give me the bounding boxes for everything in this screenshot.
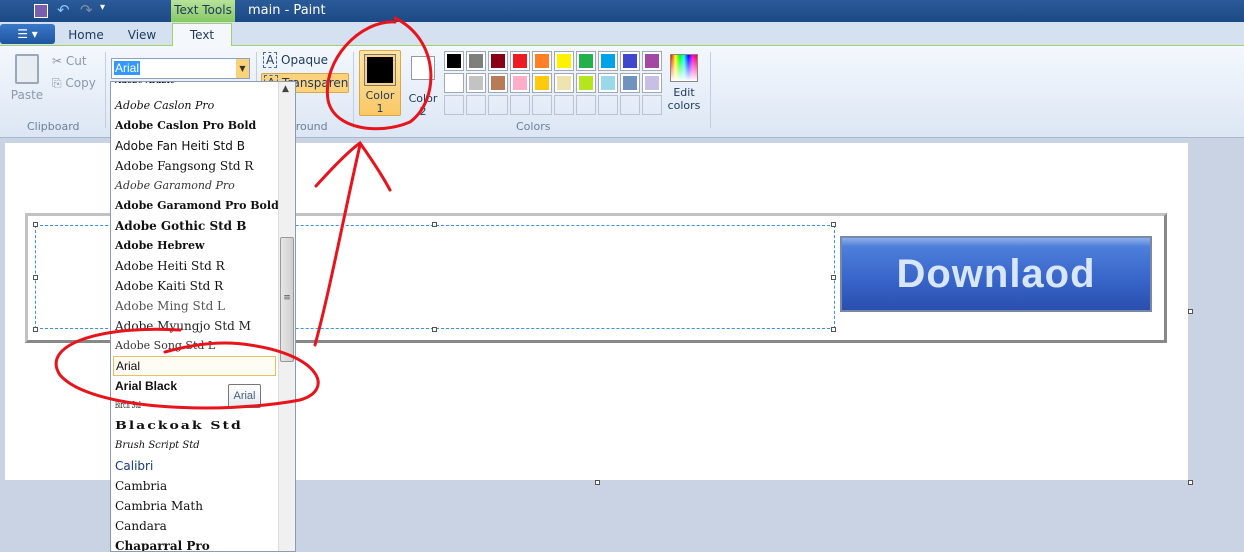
annotation-circle-colors bbox=[325, 16, 433, 131]
annotation-overlay bbox=[54, 16, 433, 410]
annotation-circle-arial bbox=[54, 327, 320, 410]
annotation-arrow bbox=[313, 143, 362, 347]
